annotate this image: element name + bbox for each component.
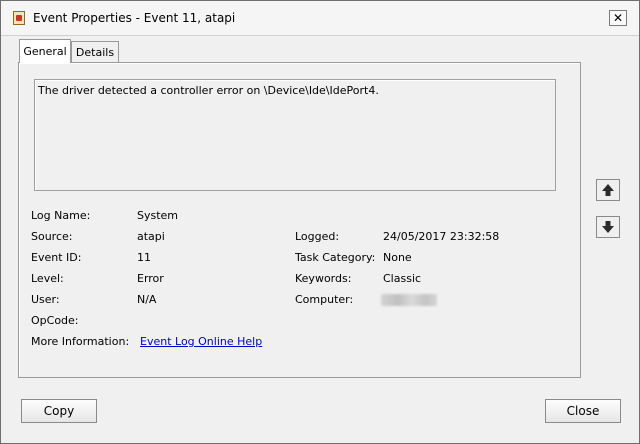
- source-value[interactable]: atapi: [137, 230, 165, 243]
- level-value[interactable]: Error: [137, 272, 164, 285]
- more-info-label: More Information:: [31, 335, 130, 348]
- computer-name-redacted: [381, 294, 437, 306]
- event-properties-window: Event Properties - Event 11, atapi ✕ Gen…: [0, 0, 640, 444]
- source-label: Source:: [31, 230, 73, 243]
- previous-event-button[interactable]: [596, 179, 620, 201]
- logged-value[interactable]: 24/05/2017 23:32:58: [383, 230, 499, 243]
- level-label: Level:: [31, 272, 64, 285]
- next-event-button[interactable]: [596, 216, 620, 238]
- keywords-label: Keywords:: [295, 272, 352, 285]
- event-log-help-link[interactable]: Event Log Online Help: [140, 335, 262, 348]
- log-name-label: Log Name:: [31, 209, 91, 222]
- user-value[interactable]: N/A: [137, 293, 156, 306]
- copy-button[interactable]: Copy: [21, 399, 97, 423]
- task-category-value[interactable]: None: [383, 251, 412, 264]
- user-label: User:: [31, 293, 60, 306]
- arrow-down-icon: [602, 221, 614, 233]
- keywords-value[interactable]: Classic: [383, 272, 421, 285]
- event-id-label: Event ID:: [31, 251, 82, 264]
- event-id-value[interactable]: 11: [137, 251, 151, 264]
- logged-label: Logged:: [295, 230, 340, 243]
- window-close-button[interactable]: ✕: [609, 10, 627, 26]
- computer-label: Computer:: [295, 293, 354, 306]
- log-name-value[interactable]: System: [137, 209, 178, 222]
- event-viewer-icon: [13, 11, 25, 25]
- tab-details[interactable]: Details: [71, 41, 119, 63]
- arrow-up-icon: [602, 184, 614, 196]
- title-bar: Event Properties - Event 11, atapi ✕: [1, 1, 639, 36]
- general-panel: The driver detected a controller error o…: [18, 62, 581, 378]
- tab-general[interactable]: General: [19, 39, 71, 63]
- event-description[interactable]: The driver detected a controller error o…: [34, 79, 556, 191]
- window-title: Event Properties - Event 11, atapi: [33, 11, 236, 25]
- close-button[interactable]: Close: [545, 399, 621, 423]
- opcode-label: OpCode:: [31, 314, 79, 327]
- task-category-label: Task Category:: [295, 251, 376, 264]
